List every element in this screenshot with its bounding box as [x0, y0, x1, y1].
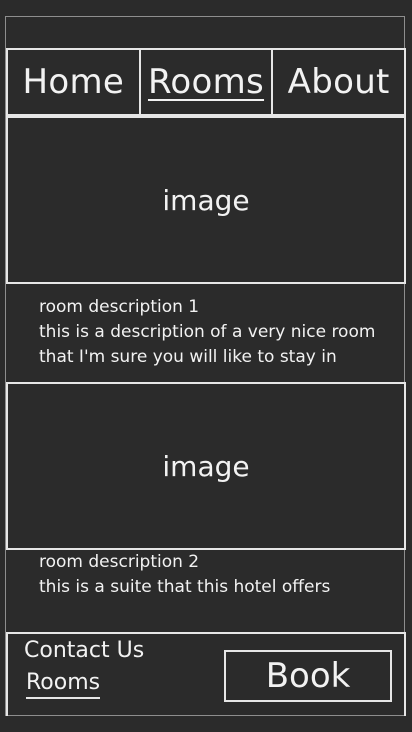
room-2-image: image: [6, 382, 406, 550]
room-1-line-2: that I'm sure you will like to stay in: [39, 347, 337, 367]
room-2-description: room description 2 this is a suite that …: [39, 550, 399, 600]
room-1-line-1: this is a description of a very nice roo…: [39, 322, 376, 342]
room-1-image-label: image: [162, 183, 250, 217]
room-2-title: room description 2: [39, 552, 200, 572]
footer-contact-link[interactable]: Contact Us: [24, 638, 144, 663]
top-nav: Home Rooms About: [6, 48, 406, 116]
nav-about[interactable]: About: [271, 50, 404, 114]
room-1-image: image: [6, 116, 406, 284]
footer: Contact Us Rooms Book: [6, 632, 406, 716]
nav-home[interactable]: Home: [8, 50, 139, 114]
room-2-line-1: this is a suite that this hotel offers: [39, 577, 331, 597]
footer-rooms-link[interactable]: Rooms: [26, 670, 101, 699]
book-button[interactable]: Book: [224, 650, 392, 702]
room-2-image-label: image: [162, 449, 250, 483]
nav-about-label: About: [287, 62, 390, 102]
nav-rooms-label: Rooms: [147, 62, 265, 102]
book-button-label: Book: [265, 656, 351, 696]
room-1-title: room description 1: [39, 297, 200, 317]
room-1-description: room description 1 this is a description…: [39, 295, 399, 370]
nav-rooms[interactable]: Rooms: [138, 50, 272, 114]
nav-home-label: Home: [22, 62, 125, 102]
